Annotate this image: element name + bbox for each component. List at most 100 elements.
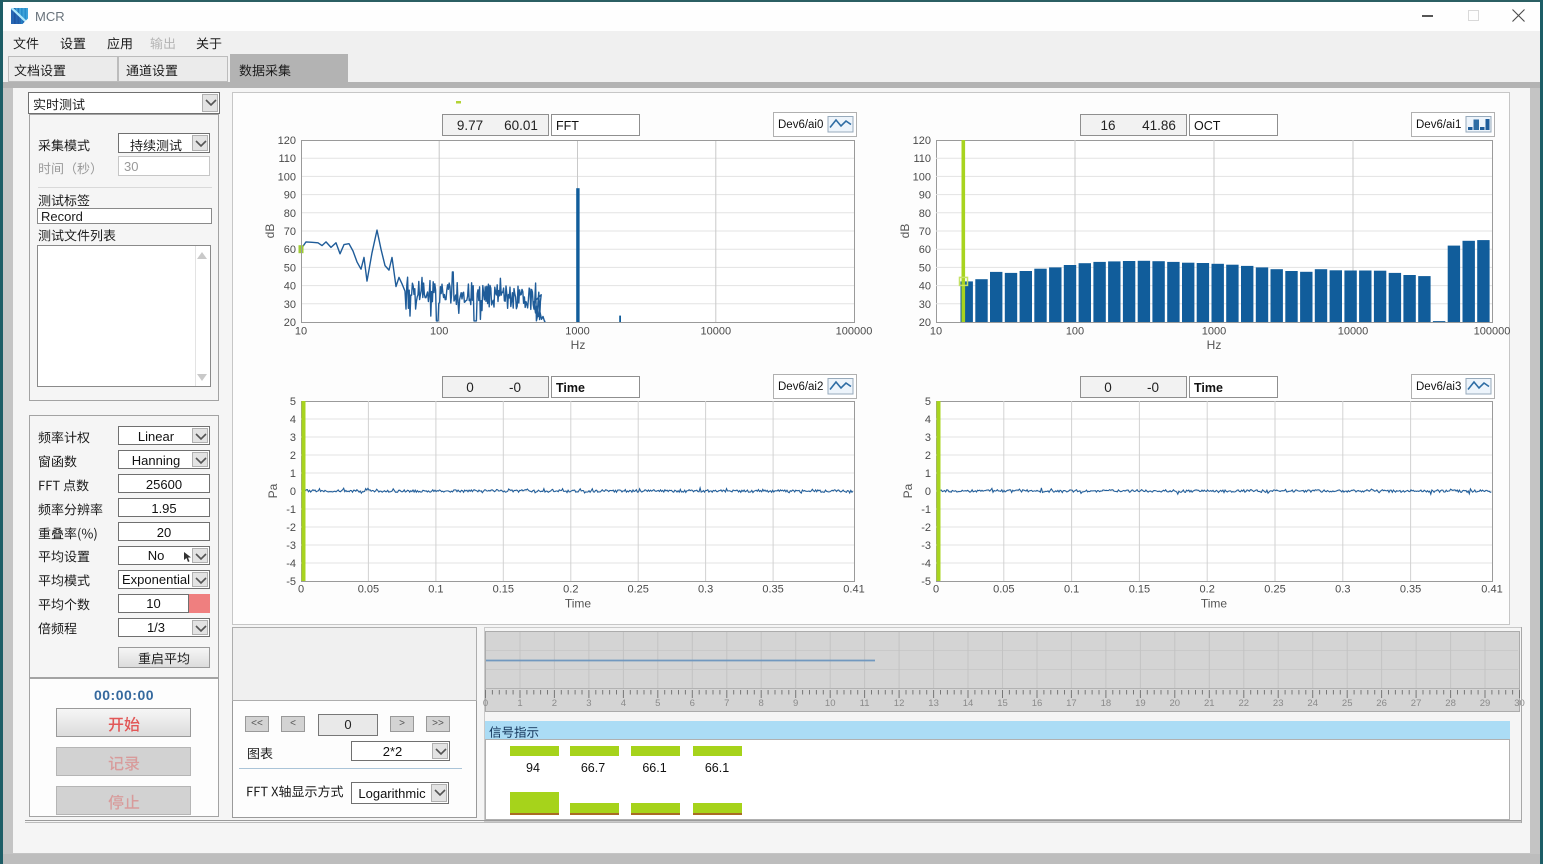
svg-text:19: 19 — [1135, 698, 1146, 709]
svg-text:90: 90 — [919, 190, 931, 202]
svg-text:110: 110 — [278, 153, 296, 165]
svg-text:0.2: 0.2 — [1200, 584, 1215, 596]
svg-text:1000: 1000 — [565, 326, 589, 338]
svg-text:70: 70 — [919, 226, 931, 238]
svg-text:-4: -4 — [286, 558, 296, 570]
svg-text:-1: -1 — [286, 504, 296, 516]
svg-text:Time: Time — [1201, 597, 1228, 611]
svg-text:-4: -4 — [921, 558, 931, 570]
svg-text:14: 14 — [963, 698, 974, 709]
svg-text:-0: -0 — [1147, 380, 1159, 395]
svg-text:27: 27 — [1411, 698, 1422, 709]
svg-text:0: 0 — [290, 486, 296, 498]
svg-text:-1: -1 — [921, 504, 931, 516]
svg-text:100: 100 — [278, 171, 296, 183]
svg-text:2: 2 — [925, 450, 931, 462]
svg-text:0.41: 0.41 — [1481, 584, 1502, 596]
svg-text:16: 16 — [1100, 118, 1115, 133]
svg-text:10000: 10000 — [701, 326, 732, 338]
svg-text:30: 30 — [919, 299, 931, 311]
svg-text:Pa: Pa — [266, 483, 280, 498]
svg-text:0.1: 0.1 — [1064, 584, 1079, 596]
svg-text:dB: dB — [263, 224, 277, 239]
svg-text:0: 0 — [466, 380, 474, 395]
svg-text:Dev6/ai1: Dev6/ai1 — [1416, 119, 1461, 131]
svg-text:1: 1 — [517, 698, 522, 709]
svg-text:0.15: 0.15 — [493, 584, 514, 596]
svg-text:0: 0 — [925, 486, 931, 498]
svg-text:10000: 10000 — [1338, 326, 1369, 338]
svg-text:0.25: 0.25 — [1264, 584, 1285, 596]
svg-text:80: 80 — [919, 208, 931, 220]
svg-text:16: 16 — [1032, 698, 1043, 709]
svg-text:9.77: 9.77 — [457, 118, 483, 133]
svg-text:10: 10 — [295, 326, 307, 338]
svg-text:0.15: 0.15 — [1129, 584, 1150, 596]
svg-text:15: 15 — [997, 698, 1008, 709]
svg-text:26: 26 — [1376, 698, 1387, 709]
svg-text:8: 8 — [759, 698, 764, 709]
svg-text:Time: Time — [565, 597, 592, 611]
svg-text:120: 120 — [278, 135, 296, 147]
svg-text:0: 0 — [1104, 380, 1112, 395]
svg-text:23: 23 — [1273, 698, 1284, 709]
svg-text:-0: -0 — [509, 380, 521, 395]
svg-text:100000: 100000 — [836, 326, 873, 338]
svg-text:Hz: Hz — [1207, 338, 1222, 352]
svg-text:21: 21 — [1204, 698, 1215, 709]
svg-text:0.41: 0.41 — [843, 584, 864, 596]
svg-text:0.3: 0.3 — [1335, 584, 1350, 596]
svg-text:100: 100 — [1066, 326, 1084, 338]
svg-text:80: 80 — [284, 208, 296, 220]
svg-text:6: 6 — [690, 698, 695, 709]
svg-text:120: 120 — [913, 135, 931, 147]
svg-text:0.2: 0.2 — [563, 584, 578, 596]
svg-text:60: 60 — [284, 244, 296, 256]
svg-text:10: 10 — [930, 326, 942, 338]
svg-text:28: 28 — [1445, 698, 1456, 709]
svg-text:Dev6/ai0: Dev6/ai0 — [778, 119, 823, 131]
svg-text:-3: -3 — [286, 540, 296, 552]
svg-text:17: 17 — [1066, 698, 1077, 709]
svg-text:100: 100 — [913, 171, 931, 183]
svg-text:40: 40 — [284, 281, 296, 293]
svg-text:90: 90 — [284, 190, 296, 202]
svg-text:3: 3 — [586, 698, 591, 709]
svg-text:-2: -2 — [921, 522, 931, 534]
svg-text:Pa: Pa — [901, 483, 915, 498]
svg-text:1: 1 — [290, 468, 296, 480]
svg-text:100: 100 — [430, 326, 448, 338]
svg-text:4: 4 — [290, 414, 296, 426]
svg-text:7: 7 — [724, 698, 729, 709]
svg-text:5: 5 — [655, 698, 660, 709]
svg-text:3: 3 — [290, 432, 296, 444]
svg-text:0.05: 0.05 — [358, 584, 379, 596]
svg-text:2: 2 — [290, 450, 296, 462]
svg-text:9: 9 — [793, 698, 798, 709]
svg-text:25: 25 — [1342, 698, 1353, 709]
svg-text:60.01: 60.01 — [504, 118, 538, 133]
svg-text:30: 30 — [1514, 698, 1525, 709]
svg-text:-5: -5 — [921, 576, 931, 588]
svg-text:0.05: 0.05 — [993, 584, 1014, 596]
svg-text:1: 1 — [925, 468, 931, 480]
svg-text:2: 2 — [552, 698, 557, 709]
svg-text:5: 5 — [290, 396, 296, 408]
svg-text:Hz: Hz — [571, 338, 586, 352]
svg-text:5: 5 — [925, 396, 931, 408]
svg-text:-5: -5 — [286, 576, 296, 588]
svg-text:10: 10 — [825, 698, 836, 709]
svg-text:60: 60 — [919, 244, 931, 256]
svg-text:11: 11 — [860, 698, 870, 709]
svg-text:3: 3 — [925, 432, 931, 444]
svg-text:40: 40 — [919, 281, 931, 293]
svg-text:0.3: 0.3 — [698, 584, 713, 596]
svg-text:Time: Time — [1194, 381, 1223, 395]
svg-text:dB: dB — [898, 224, 912, 239]
svg-text:30: 30 — [284, 299, 296, 311]
svg-text:FFT: FFT — [556, 119, 579, 133]
svg-text:1000: 1000 — [1202, 326, 1226, 338]
svg-text:0.25: 0.25 — [627, 584, 648, 596]
svg-text:24: 24 — [1307, 698, 1318, 709]
svg-text:4: 4 — [621, 698, 626, 709]
